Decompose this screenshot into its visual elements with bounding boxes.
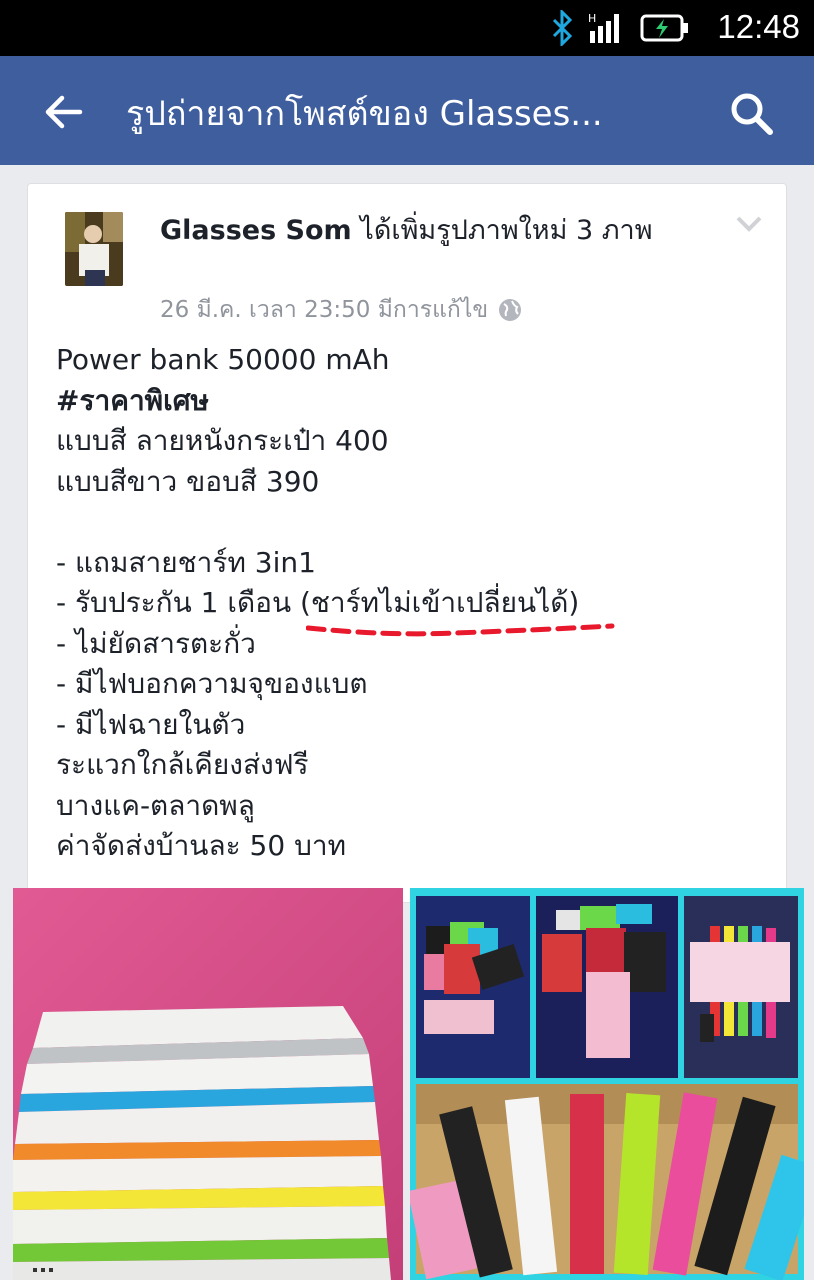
- post-meta: 26 มี.ค. เวลา 23:50 มีการแก้ไข: [160, 292, 522, 328]
- status-time: 12:48: [717, 8, 800, 45]
- post-line: Power bank 50000 mAh: [56, 343, 390, 376]
- status-icons: H: [550, 10, 690, 46]
- chevron-down-icon[interactable]: [734, 212, 764, 236]
- post-text: Power bank 50000 mAh #ราคาพิเศษ แบบสี ลา…: [56, 340, 756, 867]
- author-name[interactable]: Glasses Som: [160, 215, 352, 246]
- post-line: - แถมสายชาร์ท 3in1: [56, 545, 316, 579]
- photo-power-bank-stack[interactable]: [13, 888, 403, 1280]
- avatar[interactable]: [65, 212, 123, 286]
- post-line: - มีไฟบอกความจุของแบต: [56, 667, 368, 700]
- status-bar: H 12:48: [0, 0, 814, 56]
- red-dashed-underline: [306, 623, 615, 637]
- post-line-blank: [56, 502, 756, 543]
- post-action: ได้เพิ่มรูปภาพใหม่ 3 ภาพ: [351, 215, 653, 246]
- post-line: - มีไฟฉายในตัว: [56, 707, 246, 741]
- post-line: บางแค-ตลาดพลู: [56, 788, 255, 822]
- bluetooth-icon: [552, 10, 573, 46]
- post-card: Glasses Som ได้เพิ่มรูปภาพใหม่ 3 ภาพ 26 …: [27, 183, 787, 903]
- back-arrow-icon[interactable]: [40, 88, 88, 136]
- page-title: รูปถ่ายจากโพสต์ของ Glasses...: [126, 94, 603, 134]
- post-line: - รับประกัน 1 เดือน (ชาร์ทไม่เข้าเปลี่ยน…: [56, 586, 580, 619]
- post-line: ระแวกใกล้เคียงส่งฟรี: [56, 748, 309, 781]
- post-line: แบบสีขาว ขอบสี 390: [56, 464, 320, 498]
- app-bar: รูปถ่ายจากโพสต์ของ Glasses...: [0, 56, 814, 165]
- signal-icon: H: [588, 12, 619, 43]
- post-header: Glasses Som ได้เพิ่มรูปภาพใหม่ 3 ภาพ: [160, 210, 720, 252]
- search-icon[interactable]: [728, 90, 776, 138]
- post-line: ค่าจัดส่งบ้านละ 50 บาท: [56, 829, 347, 862]
- svg-text:H: H: [588, 12, 596, 25]
- post-timestamp[interactable]: 26 มี.ค. เวลา 23:50 มีการแก้ไข: [160, 292, 488, 328]
- battery-icon: [640, 14, 688, 42]
- hashtag-link[interactable]: #ราคาพิเศษ: [56, 381, 756, 422]
- photo-power-bank-collage[interactable]: [410, 888, 804, 1280]
- globe-icon: [499, 299, 522, 321]
- post-line: แบบสี ลายหนังกระเป๋า 400: [56, 424, 389, 457]
